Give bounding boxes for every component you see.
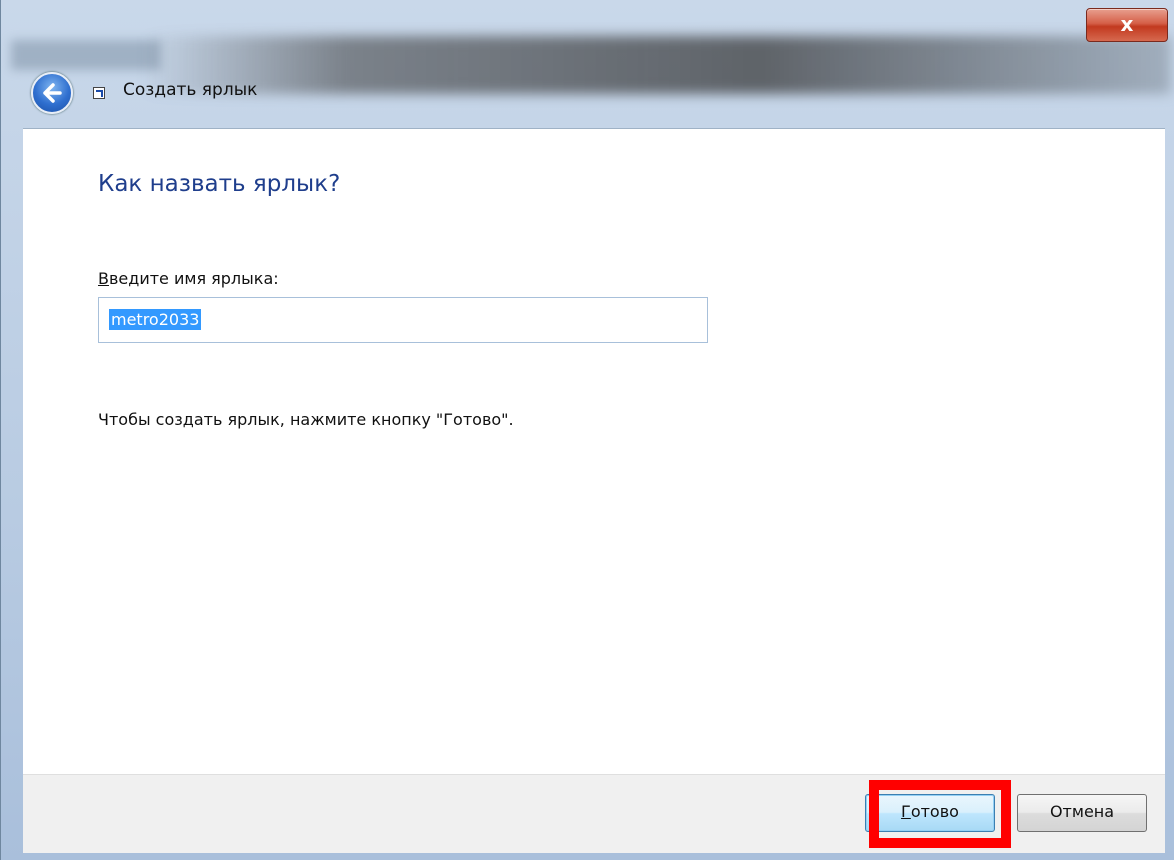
shortcut-icon xyxy=(93,87,105,99)
window-title: Создать ярлык xyxy=(123,80,258,100)
close-button[interactable]: x xyxy=(1086,8,1168,42)
back-arrow-icon xyxy=(43,83,62,103)
wizard-footer: Готово Отмена xyxy=(23,774,1165,853)
page-heading: Как назвать ярлык? xyxy=(98,171,341,197)
back-button[interactable] xyxy=(31,72,73,114)
titlebar-glass xyxy=(141,36,1171,94)
name-field-label: Введите имя ярлыка: xyxy=(98,269,279,288)
name-field-label-text: ведите имя ярлыка: xyxy=(108,269,279,288)
name-field-label-mnemonic: В xyxy=(98,269,109,288)
shortcut-name-value: metro2033 xyxy=(109,309,202,330)
titlebar-background xyxy=(11,40,161,70)
close-icon: x xyxy=(1120,12,1134,36)
shortcut-name-input[interactable]: metro2033 xyxy=(98,297,708,343)
finish-hint: Чтобы создать ярлык, нажмите кнопку "Гот… xyxy=(98,410,514,429)
finish-button-label: отово xyxy=(910,802,959,821)
wizard-content: Как назвать ярлык? Введите имя ярлыка: m… xyxy=(23,128,1165,774)
create-shortcut-window: x Создать ярлык Как назвать ярлык? Введи… xyxy=(0,0,1174,860)
finish-button-mnemonic: Г xyxy=(901,802,911,821)
cancel-button[interactable]: Отмена xyxy=(1017,794,1147,832)
finish-button[interactable]: Готово xyxy=(865,794,995,832)
